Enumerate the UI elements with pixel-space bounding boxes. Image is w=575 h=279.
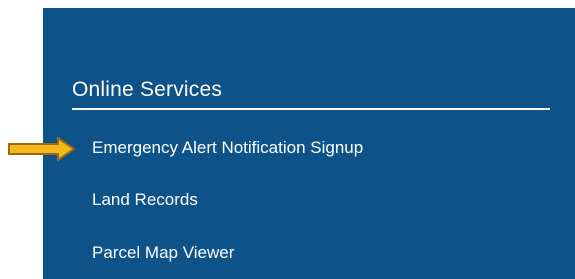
menu-item-parcel-map-viewer[interactable]: Parcel Map Viewer [92,243,234,263]
menu-item-emergency-alert-signup[interactable]: Emergency Alert Notification Signup [92,138,363,158]
online-services-title: Online Services [72,78,223,101]
online-services-panel: Online Services Emergency Alert Notifica… [43,8,575,279]
arrow-right-icon [8,137,76,161]
menu-item-land-records[interactable]: Land Records [92,190,198,210]
title-divider [72,108,550,110]
